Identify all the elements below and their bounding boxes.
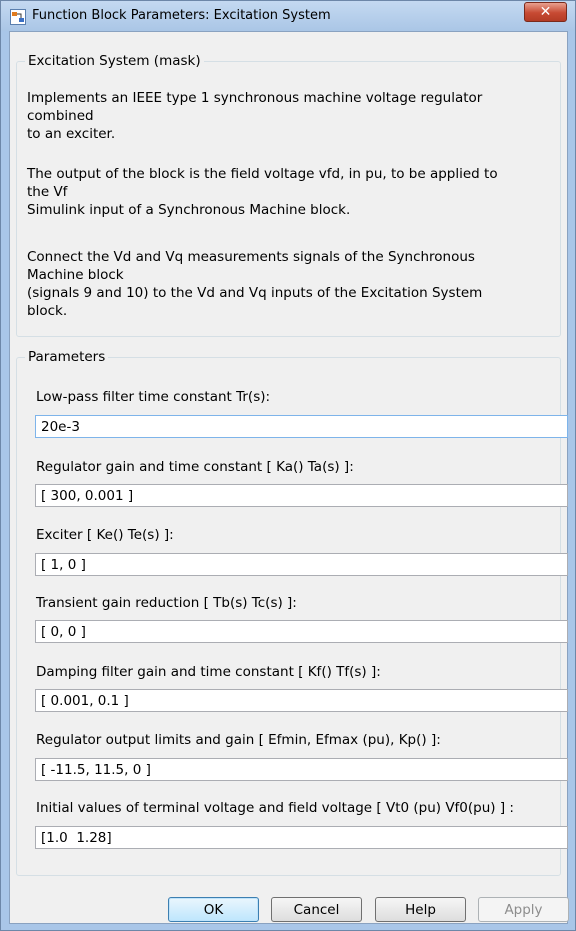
param-input-ke-te[interactable] xyxy=(35,553,568,576)
param-label-initial-values: Initial values of terminal voltage and f… xyxy=(36,800,514,816)
ok-button[interactable]: OK xyxy=(168,897,259,922)
param-label-ka-ta: Regulator gain and time constant [ Ka() … xyxy=(36,459,354,475)
description-paragraph-3: Connect the Vd and Vq measurements signa… xyxy=(27,249,483,319)
close-icon: ✕ xyxy=(539,4,552,20)
param-input-ef-limits[interactable] xyxy=(35,758,568,781)
param-label-ke-te: Exciter [ Ke() Te(s) ]: xyxy=(36,527,174,543)
cancel-button[interactable]: Cancel xyxy=(271,897,362,922)
param-input-initial-values[interactable] xyxy=(35,826,568,849)
param-label-tr: Low-pass filter time constant Tr(s): xyxy=(36,389,271,405)
param-label-ef-limits: Regulator output limits and gain [ Efmin… xyxy=(36,732,441,748)
param-input-ka-ta[interactable] xyxy=(35,484,568,507)
help-button[interactable]: Help xyxy=(375,897,466,922)
param-label-kf-tf: Damping filter gain and time constant [ … xyxy=(36,664,381,680)
window-title: Function Block Parameters: Excitation Sy… xyxy=(32,8,331,23)
apply-button[interactable]: Apply xyxy=(478,897,569,922)
description-paragraph-1: Implements an IEEE type 1 synchronous ma… xyxy=(27,90,483,142)
param-label-tb-tc: Transient gain reduction [ Tb(s) Tc(s) ]… xyxy=(36,595,297,611)
param-input-kf-tf[interactable] xyxy=(35,689,568,712)
mask-legend: Excitation System (mask) xyxy=(28,53,201,69)
dialog-window: Function Block Parameters: Excitation Sy… xyxy=(0,0,576,931)
dialog-content: Excitation System (mask) Implements an I… xyxy=(9,31,568,924)
title-bar[interactable]: Function Block Parameters: Excitation Sy… xyxy=(1,1,575,31)
param-input-tb-tc[interactable] xyxy=(35,620,568,643)
param-input-tr[interactable] xyxy=(35,415,568,438)
simulink-block-icon xyxy=(10,9,26,25)
close-button[interactable]: ✕ xyxy=(524,2,567,22)
description-paragraph-2: The output of the block is the field vol… xyxy=(27,166,498,218)
parameters-legend: Parameters xyxy=(28,349,106,365)
